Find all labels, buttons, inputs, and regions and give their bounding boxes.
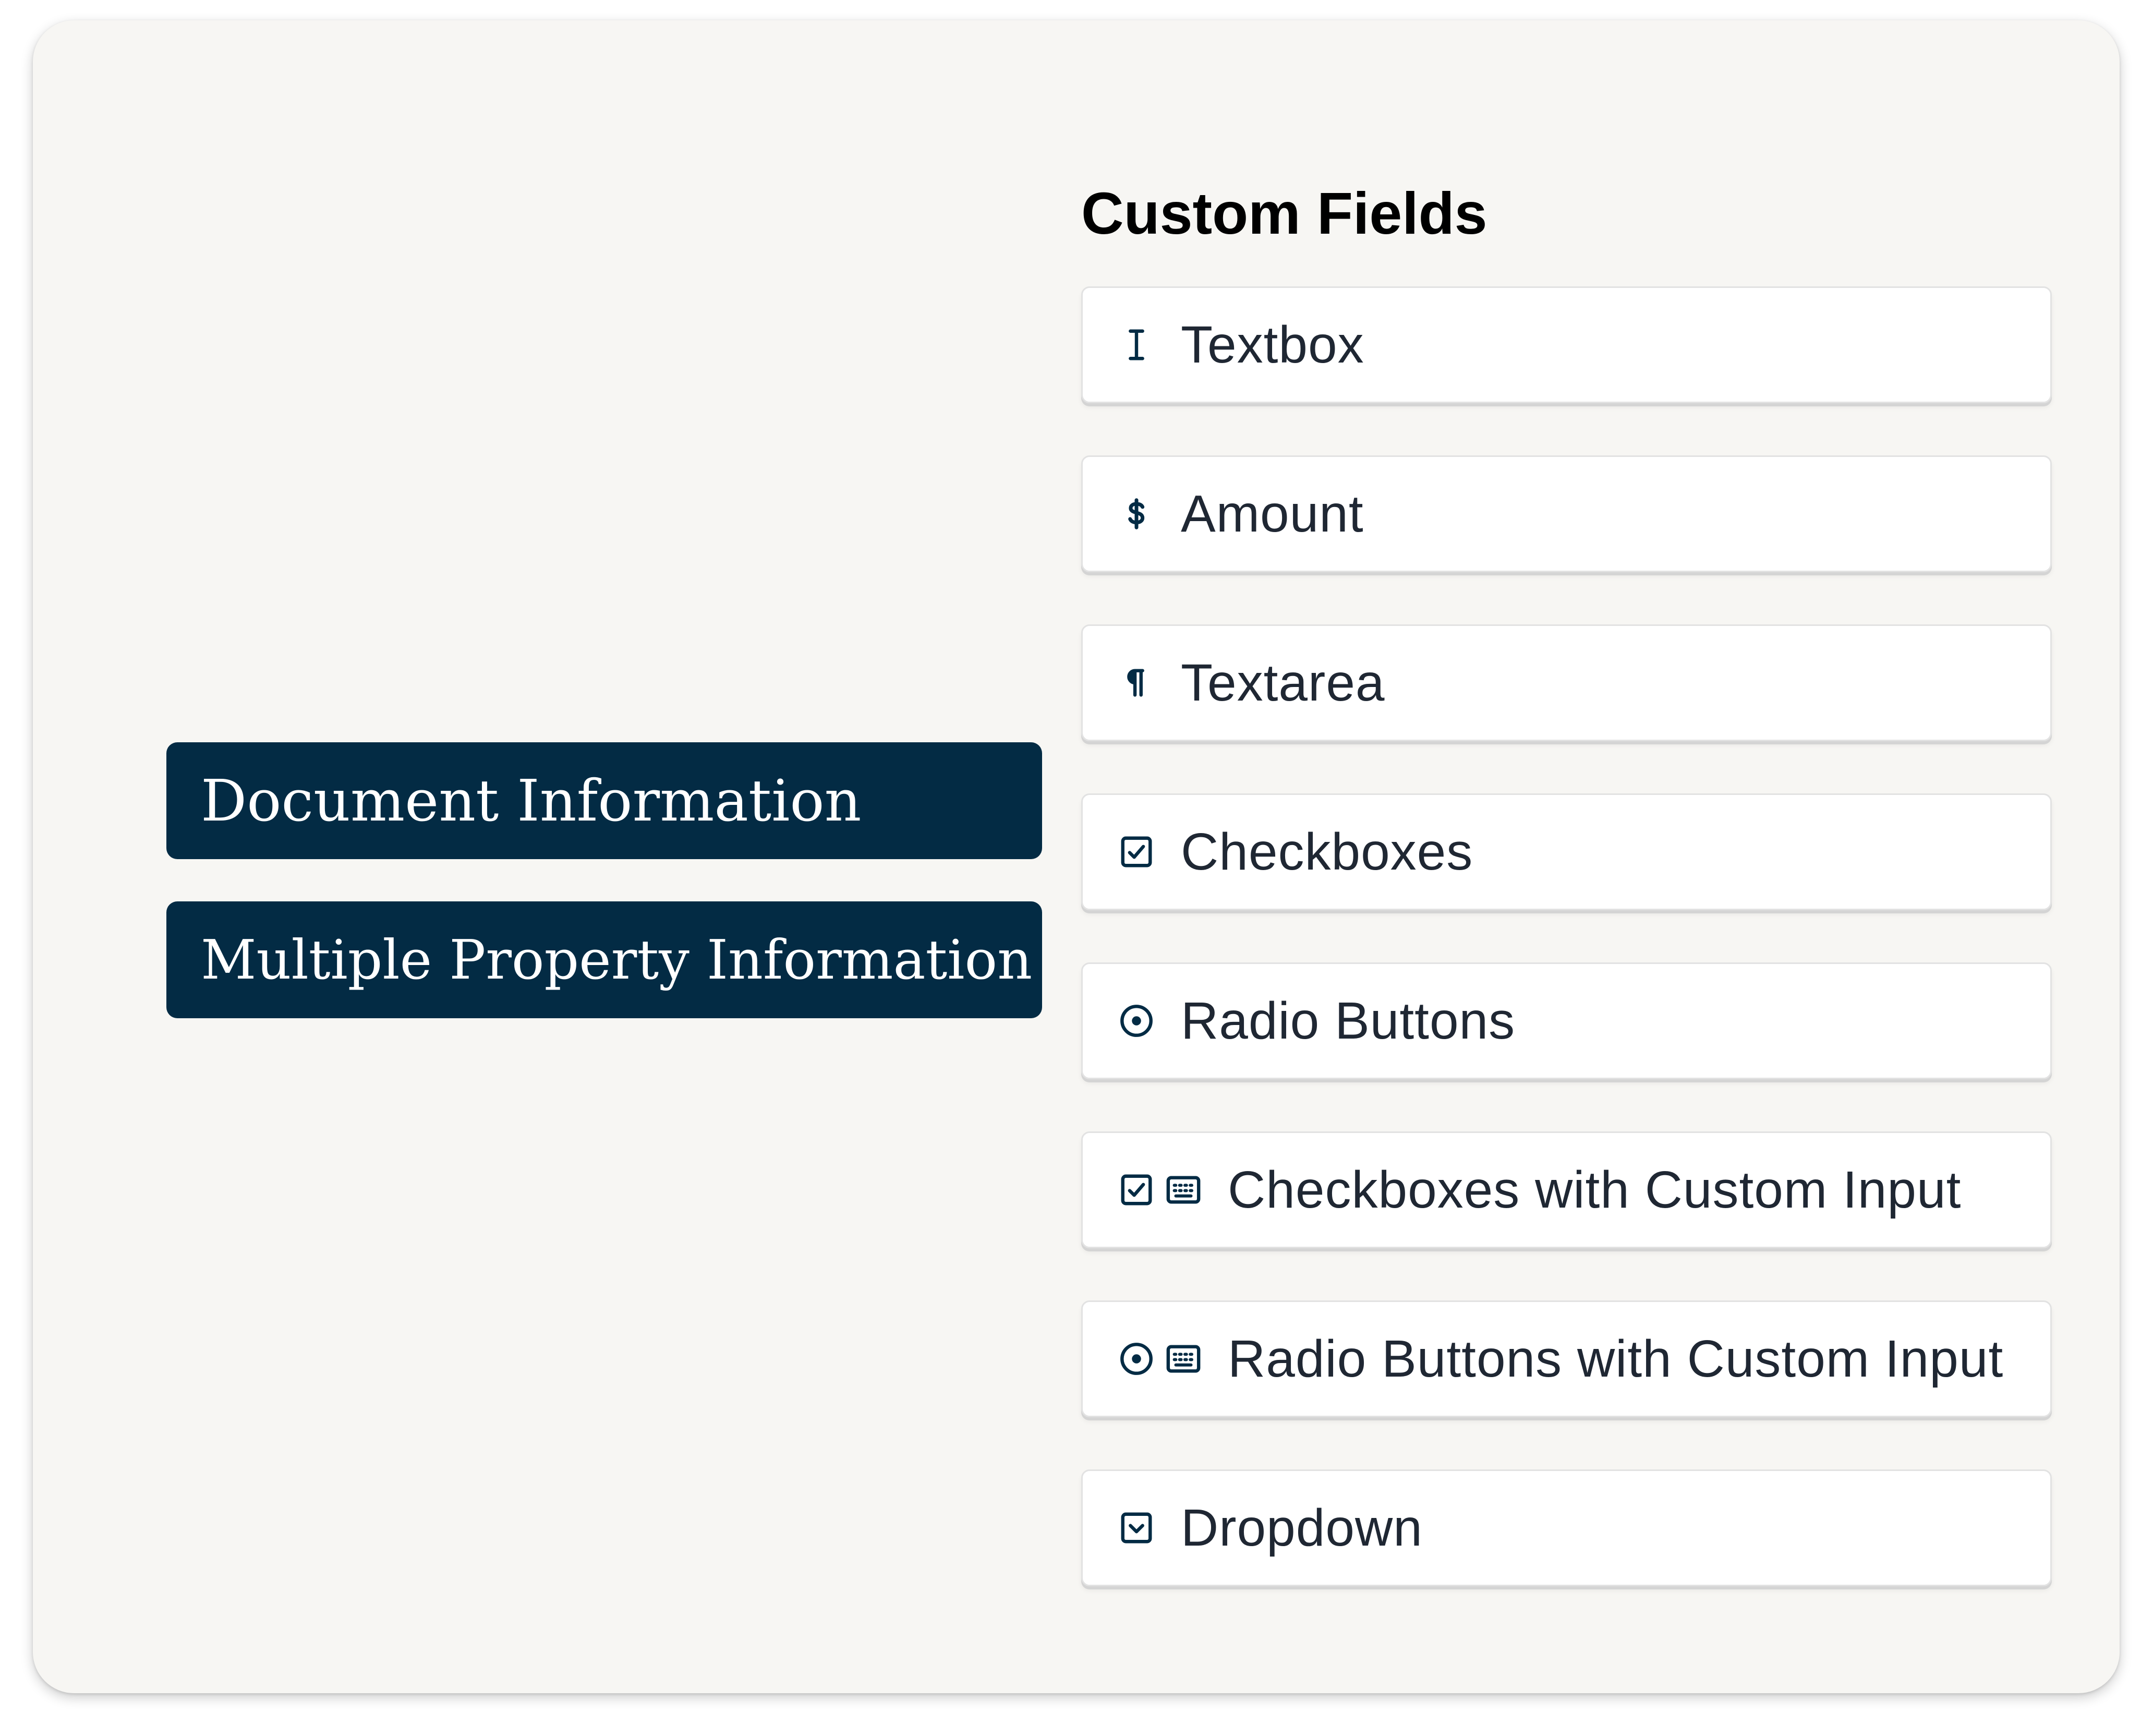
field-dropdown[interactable]: Dropdown [1081, 1469, 2052, 1586]
field-label: Textbox [1181, 315, 1364, 374]
text-cursor-icon [1118, 327, 1155, 363]
dropdown-icon [1118, 1510, 1155, 1546]
field-radio-buttons-custom-input[interactable]: Radio Buttons with Custom Input [1081, 1300, 2052, 1417]
field-radio-buttons[interactable]: Radio Buttons [1081, 962, 2052, 1079]
checkbox-icon [1118, 1172, 1155, 1208]
field-label: Amount [1181, 484, 1364, 543]
field-textbox[interactable]: Textbox [1081, 286, 2052, 403]
radio-icon [1118, 1003, 1155, 1039]
field-label: Radio Buttons [1181, 991, 1516, 1050]
document-information-button[interactable]: Document Information [166, 742, 1042, 859]
custom-fields-list: Textbox Amount Textarea Checkboxes Radio… [1081, 286, 2052, 1638]
checkbox-icon [1118, 834, 1155, 870]
multiple-property-information-button[interactable]: Multiple Property Information [166, 901, 1042, 1018]
dollar-icon [1118, 496, 1155, 532]
field-amount[interactable]: Amount [1081, 455, 2052, 572]
keyboard-icon [1165, 1172, 1202, 1208]
radio-icon [1118, 1341, 1155, 1377]
field-label: Dropdown [1181, 1498, 1423, 1557]
custom-fields-title: Custom Fields [1081, 180, 1487, 246]
editor-card: Document Information Multiple Property I… [33, 20, 2120, 1693]
field-checkboxes-custom-input[interactable]: Checkboxes with Custom Input [1081, 1131, 2052, 1248]
keyboard-icon [1165, 1341, 1202, 1377]
field-label: Textarea [1181, 653, 1385, 712]
field-textarea[interactable]: Textarea [1081, 624, 2052, 741]
document-information-label: Document Information [201, 767, 862, 834]
field-label: Radio Buttons with Custom Input [1228, 1329, 2004, 1388]
paragraph-icon [1118, 665, 1155, 701]
field-checkboxes[interactable]: Checkboxes [1081, 793, 2052, 910]
field-label: Checkboxes [1181, 822, 1473, 881]
multiple-property-information-label: Multiple Property Information [201, 928, 1033, 992]
field-label: Checkboxes with Custom Input [1228, 1160, 1962, 1219]
